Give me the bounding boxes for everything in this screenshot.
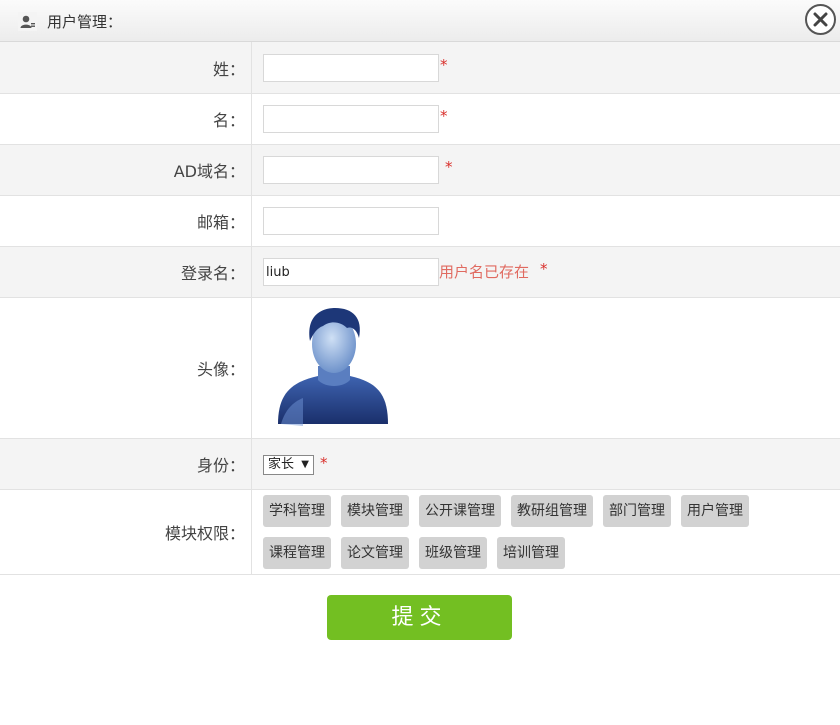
ad-domain-field[interactable]: [263, 156, 439, 184]
login-label: 登录名：: [0, 247, 252, 297]
surname-row: 姓： *: [0, 42, 840, 94]
avatar-image[interactable]: [273, 306, 393, 430]
close-icon: [813, 12, 828, 27]
module-tag[interactable]: 部门管理: [603, 495, 671, 527]
module-tag[interactable]: 学科管理: [263, 495, 331, 527]
module-tag[interactable]: 班级管理: [419, 537, 487, 569]
submit-button[interactable]: 提交: [327, 595, 512, 640]
required-mark: *: [445, 158, 453, 176]
identity-selected-value: 家长: [268, 457, 295, 472]
surname-label: 姓：: [0, 42, 252, 93]
chevron-down-icon: ▼: [301, 459, 309, 470]
avatar-label: 头像：: [0, 298, 252, 438]
module-tag[interactable]: 培训管理: [497, 537, 565, 569]
given-name-field[interactable]: [263, 105, 439, 133]
login-error-message: 用户名已存在: [439, 263, 530, 281]
dialog-titlebar: 用户管理：: [0, 0, 840, 42]
identity-label: 身份：: [0, 439, 252, 489]
email-row: 邮箱：: [0, 196, 840, 247]
email-label: 邮箱：: [0, 196, 252, 246]
ad-domain-label: AD域名：: [0, 145, 252, 195]
given-name-label: 名：: [0, 94, 252, 144]
modules-row: 模块权限： 学科管理 模块管理 公开课管理 教研组管理 部门管理 用户管理 课程…: [0, 490, 840, 575]
avatar-row: 头像：: [0, 298, 840, 439]
required-mark: *: [320, 454, 328, 472]
identity-select[interactable]: 家长 ▼: [263, 455, 314, 475]
ad-domain-row: AD域名： *: [0, 145, 840, 196]
identity-row: 身份： 家长 ▼ *: [0, 439, 840, 490]
given-name-row: 名： *: [0, 94, 840, 145]
module-tag[interactable]: 课程管理: [263, 537, 331, 569]
login-row: 登录名： 用户名已存在 *: [0, 247, 840, 298]
required-mark: *: [540, 260, 548, 278]
required-mark: *: [440, 107, 448, 125]
email-field[interactable]: [263, 207, 439, 235]
module-tag[interactable]: 模块管理: [341, 495, 409, 527]
modules-label: 模块权限：: [0, 490, 252, 574]
dialog-title: 用户管理：: [47, 13, 123, 31]
required-mark: *: [440, 56, 448, 74]
module-tag[interactable]: 用户管理: [681, 495, 749, 527]
surname-field[interactable]: [263, 54, 439, 82]
module-tag[interactable]: 教研组管理: [511, 495, 593, 527]
user-icon: [18, 12, 37, 31]
close-button[interactable]: [805, 4, 836, 35]
module-tag[interactable]: 论文管理: [341, 537, 409, 569]
module-tag[interactable]: 公开课管理: [419, 495, 501, 527]
login-field[interactable]: [263, 258, 439, 286]
